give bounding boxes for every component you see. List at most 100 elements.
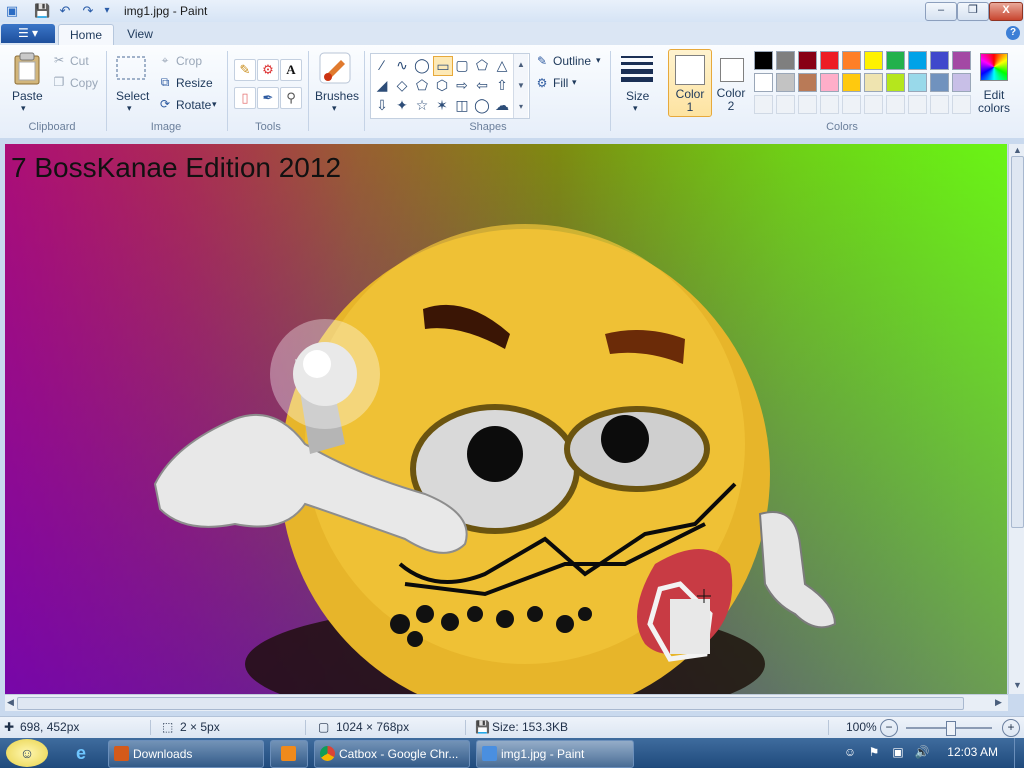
diamond-shape-icon[interactable]: ◇ xyxy=(393,76,411,94)
right-triangle-shape-icon[interactable]: ◢ xyxy=(373,76,391,94)
taskbar-chrome[interactable]: Catbox - Google Chr... xyxy=(314,740,470,768)
rotate-button[interactable]: Rotate xyxy=(176,98,211,112)
scroll-right-icon[interactable]: ▶ xyxy=(995,697,1002,708)
paste-button[interactable]: Paste xyxy=(12,89,43,103)
start-button[interactable]: ☺ xyxy=(6,739,48,767)
size-icon[interactable] xyxy=(620,53,654,83)
palette-swatch[interactable] xyxy=(886,73,905,92)
brushes-icon[interactable] xyxy=(318,51,352,85)
cut-button[interactable]: Cut xyxy=(70,54,89,68)
zoom-slider-handle[interactable] xyxy=(946,721,956,736)
palette-swatch[interactable] xyxy=(930,51,949,70)
callout-oval-shape-icon[interactable]: ◯ xyxy=(473,96,491,114)
palette-swatch[interactable] xyxy=(820,73,839,92)
palette-swatch[interactable] xyxy=(864,51,883,70)
palette-swatch-empty[interactable] xyxy=(952,95,971,114)
network-icon[interactable]: ▣ xyxy=(890,744,906,760)
select-icon[interactable] xyxy=(116,55,146,81)
select-button[interactable]: Select xyxy=(116,89,149,103)
six-point-star-shape-icon[interactable]: ✶ xyxy=(433,96,451,114)
rectangle-shape-icon[interactable]: ▭ xyxy=(433,56,453,76)
clock[interactable]: 12:03 AM xyxy=(947,745,998,759)
palette-swatch-empty[interactable] xyxy=(930,95,949,114)
palette-swatch[interactable] xyxy=(754,73,773,92)
palette-swatch-empty[interactable] xyxy=(798,95,817,114)
color2-button[interactable]: Color 2 xyxy=(714,49,748,115)
minimize-button[interactable]: – xyxy=(925,2,957,21)
pentagon-shape-icon[interactable]: ⬠ xyxy=(413,76,431,94)
color-picker-icon[interactable]: ✒ xyxy=(257,87,279,109)
horizontal-scrollbar[interactable]: ◀ ▶ xyxy=(5,694,1008,711)
palette-swatch-empty[interactable] xyxy=(864,95,883,114)
taskbar-downloads[interactable]: Downloads xyxy=(108,740,264,768)
select-dropdown-icon[interactable]: ▾ xyxy=(127,103,132,114)
palette-swatch[interactable] xyxy=(930,73,949,92)
hexagon-shape-icon[interactable]: ⬡ xyxy=(433,76,451,94)
zoom-in-icon[interactable]: + xyxy=(1002,719,1020,737)
redo-icon[interactable]: ↷ xyxy=(80,3,96,19)
palette-swatch[interactable] xyxy=(798,51,817,70)
oval-shape-icon[interactable]: ◯ xyxy=(413,56,431,74)
brushes-button[interactable]: Brushes xyxy=(315,89,359,103)
right-arrow-shape-icon[interactable]: ⇨ xyxy=(453,76,471,94)
brushes-dropdown-icon[interactable]: ▾ xyxy=(332,103,337,114)
down-arrow-shape-icon[interactable]: ⇩ xyxy=(373,96,391,114)
undo-icon[interactable]: ↶ xyxy=(57,3,73,19)
help-icon[interactable]: ? xyxy=(1006,26,1020,40)
text-tool-icon[interactable]: A xyxy=(280,59,302,81)
left-arrow-shape-icon[interactable]: ⇦ xyxy=(473,76,491,94)
palette-swatch-empty[interactable] xyxy=(776,95,795,114)
action-center-flag-icon[interactable]: ⚑ xyxy=(866,744,882,760)
drawing-canvas[interactable]: 7 BossKanae Edition 2012 xyxy=(5,144,1007,694)
curve-shape-icon[interactable]: ∿ xyxy=(393,56,411,74)
color1-button[interactable]: Color 1 xyxy=(668,49,712,117)
palette-swatch[interactable] xyxy=(952,51,971,70)
tab-home[interactable]: Home xyxy=(58,24,114,46)
scroll-down-icon[interactable]: ▼ xyxy=(1013,680,1022,690)
palette-swatch[interactable] xyxy=(798,73,817,92)
paste-icon[interactable] xyxy=(12,51,42,87)
fill-button[interactable]: Fill xyxy=(553,76,568,90)
vertical-scrollbar[interactable]: ▲ ▼ xyxy=(1008,144,1024,694)
fill-dropdown-icon[interactable]: ▾ xyxy=(572,77,577,88)
shapes-scroll[interactable]: ▲ ▼ ▾ xyxy=(513,54,528,118)
triangle-shape-icon[interactable]: △ xyxy=(493,56,511,74)
size-dropdown-icon[interactable]: ▾ xyxy=(633,103,638,114)
horizontal-scroll-thumb[interactable] xyxy=(17,697,964,710)
crop-button[interactable]: Crop xyxy=(176,54,202,68)
tab-view[interactable]: View xyxy=(118,24,162,45)
polygon-shape-icon[interactable]: ⬠ xyxy=(473,56,491,74)
language-icon[interactable]: ☺ xyxy=(842,744,858,760)
pencil-icon[interactable]: ✎ xyxy=(234,59,256,81)
taskbar-media-player[interactable] xyxy=(270,740,308,768)
palette-swatch-empty[interactable] xyxy=(754,95,773,114)
palette-swatch[interactable] xyxy=(908,51,927,70)
palette-swatch[interactable] xyxy=(820,51,839,70)
callout-rect-shape-icon[interactable]: ◫ xyxy=(453,96,471,114)
four-point-star-shape-icon[interactable]: ✦ xyxy=(393,96,411,114)
save-icon[interactable]: 💾 xyxy=(34,3,50,19)
palette-swatch[interactable] xyxy=(842,73,861,92)
palette-swatch[interactable] xyxy=(864,73,883,92)
up-arrow-shape-icon[interactable]: ⇧ xyxy=(493,76,511,94)
outline-button[interactable]: Outline xyxy=(553,54,591,68)
edit-colors-button[interactable]: Edit colors xyxy=(976,51,1012,117)
maximize-button[interactable]: ❐ xyxy=(957,2,989,21)
five-point-star-shape-icon[interactable]: ☆ xyxy=(413,96,431,114)
palette-swatch[interactable] xyxy=(776,73,795,92)
zoom-out-icon[interactable]: − xyxy=(880,719,898,737)
file-menu-button[interactable]: ☰ ▾ xyxy=(1,24,55,43)
eraser-icon[interactable]: ▯ xyxy=(234,87,256,109)
line-shape-icon[interactable]: ∕ xyxy=(373,56,391,74)
rotate-dropdown-icon[interactable]: ▾ xyxy=(212,99,217,110)
internet-explorer-icon[interactable]: e xyxy=(70,742,92,764)
paste-dropdown-icon[interactable]: ▾ xyxy=(21,103,26,114)
vertical-scroll-thumb[interactable] xyxy=(1011,156,1024,528)
size-button[interactable]: Size xyxy=(626,89,649,103)
palette-swatch-empty[interactable] xyxy=(842,95,861,114)
close-button[interactable]: X xyxy=(989,2,1023,21)
palette-swatch-empty[interactable] xyxy=(908,95,927,114)
scroll-up-icon[interactable]: ▲ xyxy=(1013,145,1022,155)
fill-bucket-icon[interactable]: ⚙ xyxy=(257,59,279,81)
palette-swatch[interactable] xyxy=(908,73,927,92)
